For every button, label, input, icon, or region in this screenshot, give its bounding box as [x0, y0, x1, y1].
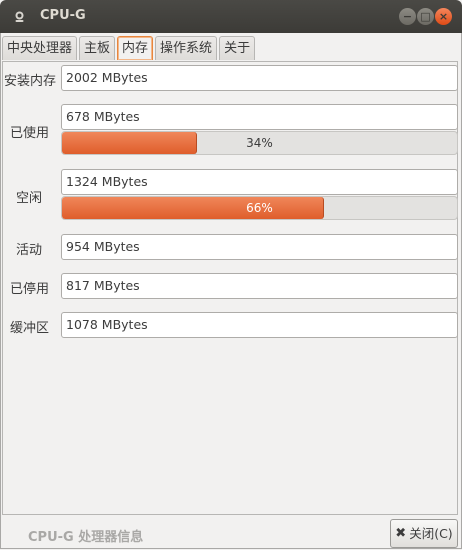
buffers-memory-label: 缓冲区 — [10, 321, 50, 336]
tab-motherboard[interactable]: 主板 — [79, 36, 116, 60]
tab-os[interactable]: 操作系统 — [155, 36, 218, 60]
window-title: CPU-G — [40, 8, 86, 23]
minimize-button[interactable]: − — [399, 8, 416, 25]
installed-memory-label: 安装内存 — [4, 74, 57, 89]
installed-memory-field[interactable]: 2002 MBytes — [61, 65, 458, 91]
close-button[interactable]: ✖ 关闭(C) — [390, 519, 458, 548]
tab-memory[interactable]: 内存 — [117, 36, 154, 60]
tab-cpu[interactable]: 中央处理器 — [2, 36, 78, 60]
used-memory-bar: 34% — [61, 131, 458, 155]
free-memory-percent: 66% — [246, 201, 273, 215]
app-caption: CPU-G 处理器信息 — [28, 530, 144, 545]
window-close-button[interactable]: × — [435, 8, 452, 25]
free-memory-bar: 66% — [61, 196, 458, 220]
used-memory-field[interactable]: 678 MBytes — [61, 104, 458, 130]
inactive-memory-field[interactable]: 817 MBytes — [61, 273, 458, 299]
used-memory-percent: 34% — [246, 136, 273, 150]
tab-bar: 中央处理器 主板 内存 操作系统 关于 — [2, 36, 257, 61]
free-memory-label: 空闲 — [16, 191, 43, 206]
active-memory-field[interactable]: 954 MBytes — [61, 234, 458, 260]
tab-about[interactable]: 关于 — [219, 36, 256, 60]
buffers-memory-field[interactable]: 1078 MBytes — [61, 312, 458, 338]
maximize-button[interactable]: □ — [417, 8, 434, 25]
close-button-label: 关闭(C) — [409, 526, 453, 541]
title-bar: CPU-G − □ × — [0, 0, 462, 33]
active-memory-label: 活动 — [16, 243, 43, 258]
close-icon: ✖ — [395, 526, 407, 541]
inactive-memory-label: 已停用 — [10, 282, 50, 297]
app-logo-icon — [15, 11, 24, 22]
used-memory-label: 已使用 — [10, 126, 50, 141]
free-memory-field[interactable]: 1324 MBytes — [61, 169, 458, 195]
